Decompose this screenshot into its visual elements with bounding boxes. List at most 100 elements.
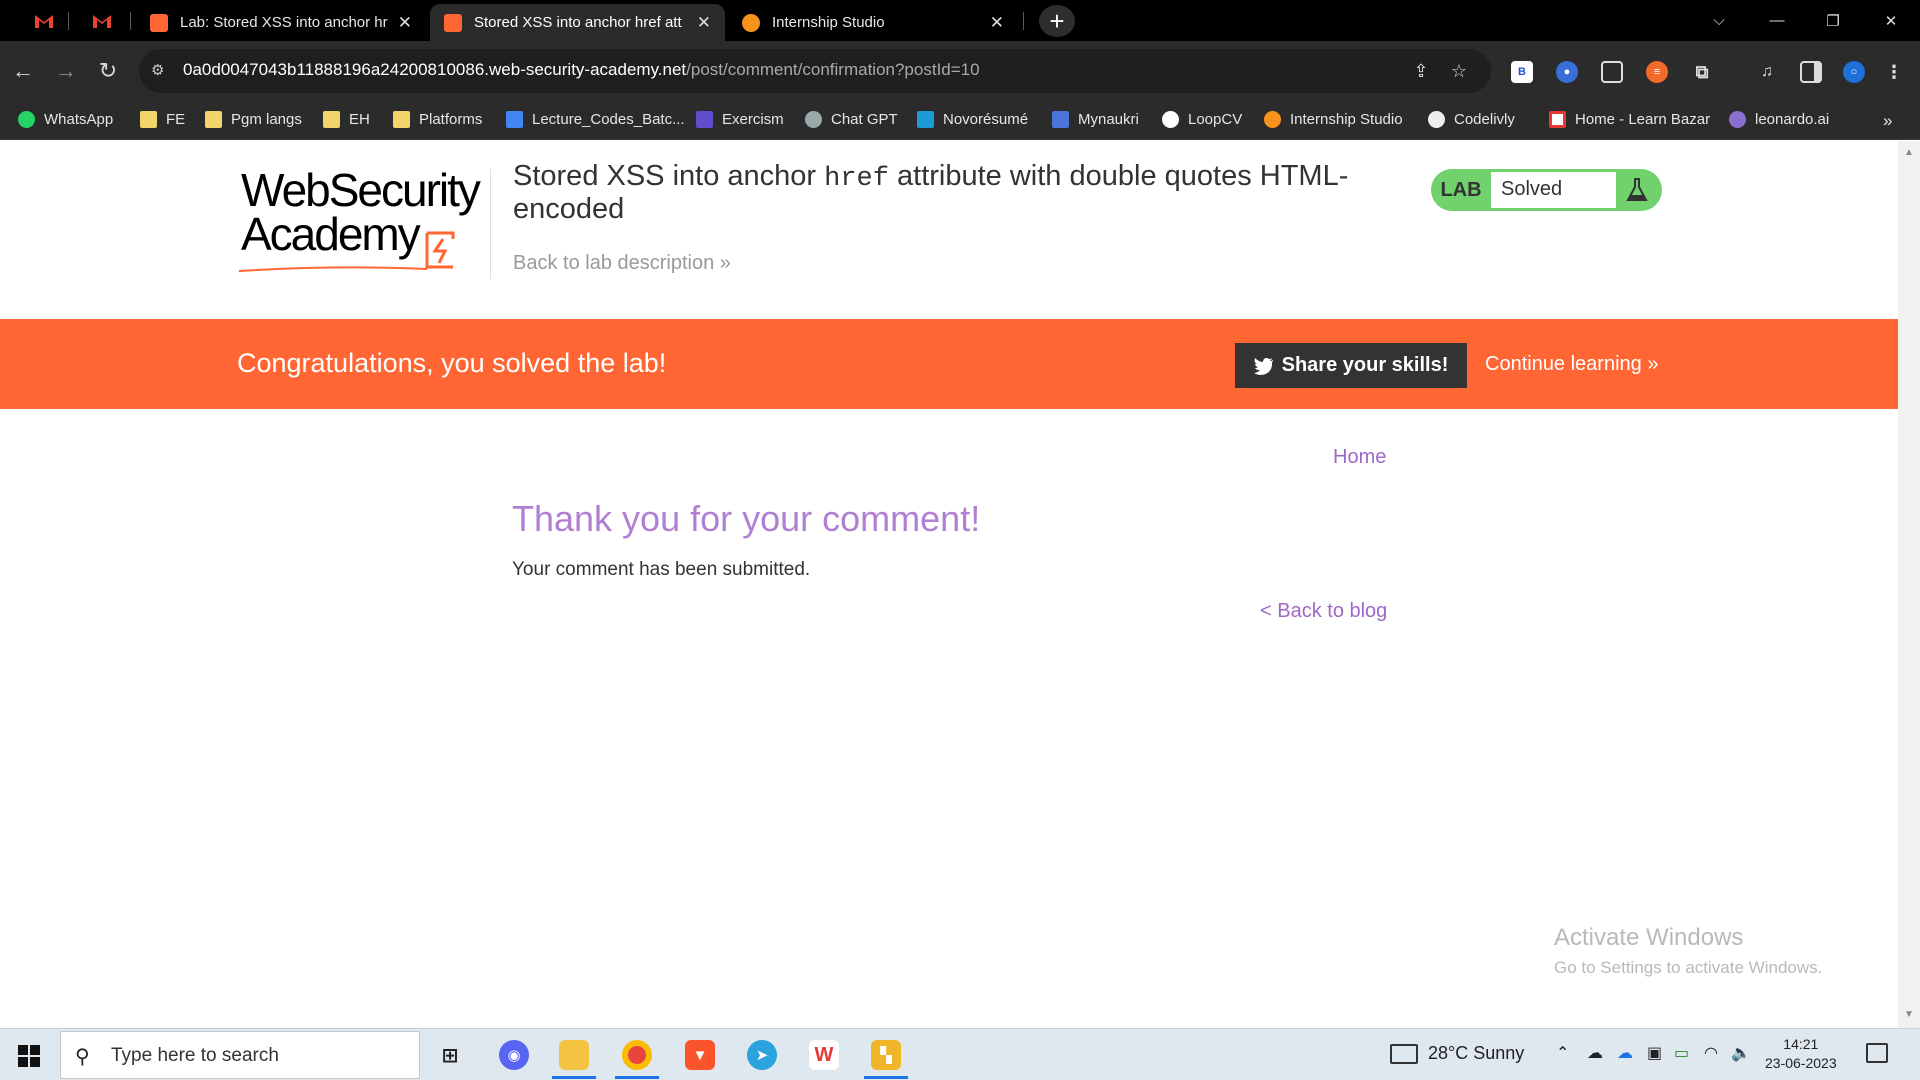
close-window-button[interactable]: ✕ xyxy=(1866,0,1916,41)
lab-title: Stored XSS into anchor href attribute wi… xyxy=(513,161,1393,224)
battery-icon[interactable]: ▭ xyxy=(1674,1043,1689,1063)
bookmark-platforms[interactable]: Platforms xyxy=(393,111,482,128)
file-explorer-taskbar-app[interactable] xyxy=(552,1035,596,1079)
windows-start-icon[interactable] xyxy=(18,1045,40,1067)
tab-strip: Lab: Stored XSS into anchor hre ✕ Stored… xyxy=(0,0,1920,41)
bookmark-exercism[interactable]: Exercism xyxy=(696,111,784,128)
page-scrollbar[interactable]: ▲ ▼ xyxy=(1898,141,1920,1028)
brave-taskbar-app[interactable]: ▼ xyxy=(678,1035,722,1075)
bookmark-internship-studio[interactable]: Internship Studio xyxy=(1264,111,1403,128)
site-info-icon[interactable]: ⚙ xyxy=(151,61,171,81)
extension-circle-icon[interactable]: ● xyxy=(1556,61,1578,83)
scroll-up-arrow-icon[interactable]: ▲ xyxy=(1904,147,1914,158)
lab-status-text: Solved xyxy=(1491,172,1616,208)
bookmark-label: Pgm langs xyxy=(231,111,302,128)
bookmark-novoresume[interactable]: Novorésumé xyxy=(917,111,1028,128)
bookmark-learn-bazar[interactable]: Home - Learn Bazar xyxy=(1549,111,1710,128)
bookmark-loopcv[interactable]: LoopCV xyxy=(1162,111,1242,128)
chrome-taskbar-app[interactable] xyxy=(615,1035,659,1079)
tab-title: Stored XSS into anchor href att xyxy=(474,14,682,31)
cloud-sync-off-icon[interactable]: ☁ xyxy=(1587,1043,1603,1063)
folder-icon xyxy=(393,111,410,128)
share-skills-button[interactable]: Share your skills! xyxy=(1235,343,1467,388)
task-view-button[interactable]: ⊞ xyxy=(428,1035,472,1075)
gmail-icon xyxy=(93,15,111,28)
close-icon[interactable]: ✕ xyxy=(990,13,1004,33)
extension-b-icon[interactable]: B xyxy=(1511,61,1533,83)
home-nav-link[interactable]: Home xyxy=(1333,446,1386,469)
extension-window-icon[interactable] xyxy=(1601,61,1623,83)
menu-kebab-icon[interactable]: ⋮ xyxy=(1883,61,1905,83)
close-icon[interactable]: ✕ xyxy=(398,13,412,33)
forward-arrow-icon[interactable]: → xyxy=(49,54,83,88)
continue-learning-link[interactable]: Continue learning » xyxy=(1485,353,1658,376)
web-security-academy-logo[interactable]: WebSecurity Academy xyxy=(237,167,487,277)
share-page-icon[interactable]: ⇪ xyxy=(1410,60,1432,82)
solved-banner: Congratulations, you solved the lab! Sha… xyxy=(0,319,1898,409)
onedrive-icon[interactable]: ☁ xyxy=(1617,1043,1633,1063)
side-panel-icon[interactable] xyxy=(1800,61,1822,83)
taskbar-search-box[interactable]: ⚲ Type here to search xyxy=(60,1031,420,1079)
naukri-icon xyxy=(1052,111,1069,128)
logo-text-line2: Academy xyxy=(241,208,421,260)
profile-avatar-icon[interactable]: ○ xyxy=(1843,61,1865,83)
bookmark-label: Lecture_Codes_Batc... xyxy=(532,111,685,128)
discord-taskbar-app[interactable]: ◉ xyxy=(492,1035,536,1075)
bookmark-mynaukri[interactable]: Mynaukri xyxy=(1052,111,1139,128)
tab-internship-studio[interactable]: Internship Studio ✕ xyxy=(728,4,1018,41)
weather-widget[interactable]: 28°C Sunny xyxy=(1390,1043,1524,1064)
wps-office-taskbar-app[interactable]: W xyxy=(802,1035,846,1075)
new-tab-button[interactable]: + xyxy=(1039,5,1075,37)
scroll-down-arrow-icon[interactable]: ▼ xyxy=(1904,1009,1914,1020)
restore-button[interactable]: ❐ xyxy=(1808,0,1858,41)
gmail-pinned-tab-2[interactable] xyxy=(88,8,116,34)
address-bar[interactable]: ⚙ 0a0d0047043b11888196a24200810086.web-s… xyxy=(139,49,1491,93)
minimize-button[interactable]: — xyxy=(1752,0,1802,41)
bookmark-label: Chat GPT xyxy=(831,111,898,128)
taskbar-clock[interactable]: 14:21 23-06-2023 xyxy=(1765,1035,1837,1073)
tab-lab-stored-xss[interactable]: Lab: Stored XSS into anchor hre ✕ xyxy=(136,4,426,41)
back-to-blog-link[interactable]: < Back to blog xyxy=(1260,600,1387,623)
url-host: 0a0d0047043b11888196a24200810086.web-sec… xyxy=(183,60,687,79)
flask-icon xyxy=(1626,178,1648,201)
close-icon[interactable]: ✕ xyxy=(697,13,711,33)
activate-windows-watermark: Activate Windows Go to Settings to activ… xyxy=(1554,924,1822,978)
bookmark-leonardo[interactable]: leonardo.ai xyxy=(1729,111,1829,128)
volume-icon[interactable]: 🔈 xyxy=(1731,1043,1751,1063)
extensions-puzzle-icon[interactable]: ⧉ xyxy=(1691,61,1713,83)
bookmark-eh[interactable]: EH xyxy=(323,111,370,128)
bookmark-label: Platforms xyxy=(419,111,483,128)
bookmark-whatsapp[interactable]: WhatsApp xyxy=(18,111,113,128)
url-text[interactable]: 0a0d0047043b11888196a24200810086.web-sec… xyxy=(183,60,980,80)
tab-title: Internship Studio xyxy=(772,14,885,31)
bookmark-label: leonardo.ai xyxy=(1755,111,1830,128)
bookmark-fe[interactable]: FE xyxy=(140,111,185,128)
back-to-lab-description-link[interactable]: Back to lab description » xyxy=(513,252,731,275)
bookmark-star-icon[interactable]: ☆ xyxy=(1448,60,1470,82)
meet-now-icon[interactable]: ▣ xyxy=(1647,1043,1662,1063)
media-control-icon[interactable]: ♫ xyxy=(1756,61,1778,83)
more-bookmarks-chevron-icon[interactable]: » xyxy=(1883,111,1892,131)
watermark-subtitle: Go to Settings to activate Windows. xyxy=(1554,958,1823,977)
tab-search-chevron-icon[interactable]: ⌵ xyxy=(1694,0,1744,41)
reload-icon[interactable]: ↻ xyxy=(91,54,125,88)
show-hidden-icons-chevron-icon[interactable]: ⌃ xyxy=(1556,1043,1569,1063)
wifi-icon[interactable]: ◠ xyxy=(1704,1043,1718,1063)
burp-favicon-icon xyxy=(444,13,462,32)
bookmark-codelivly[interactable]: Codelivly xyxy=(1428,111,1515,128)
telegram-taskbar-app[interactable]: ➤ xyxy=(740,1035,784,1075)
extension-orange-icon[interactable]: ≡ xyxy=(1646,61,1668,83)
novoresume-icon xyxy=(917,111,934,128)
bookmark-label: EH xyxy=(349,111,370,128)
tab-active-stored-xss[interactable]: Stored XSS into anchor href att ✕ xyxy=(430,4,725,41)
bookmark-chat-gpt[interactable]: Chat GPT xyxy=(805,111,898,128)
gmail-pinned-tab[interactable] xyxy=(30,8,58,34)
windows-taskbar: ⚲ Type here to search ⊞ ◉ ▼ ➤ W ▚ 28°C S… xyxy=(0,1028,1920,1080)
telegram-icon: ➤ xyxy=(747,1040,777,1070)
lab-title-text: Stored XSS into anchor xyxy=(513,160,825,192)
bookmark-pgm-langs[interactable]: Pgm langs xyxy=(205,111,302,128)
back-arrow-icon[interactable]: ← xyxy=(6,54,40,88)
bookmark-lecture-codes[interactable]: Lecture_Codes_Batc... xyxy=(506,111,685,128)
app-taskbar-item[interactable]: ▚ xyxy=(864,1035,908,1079)
notification-center-icon[interactable] xyxy=(1866,1043,1888,1063)
